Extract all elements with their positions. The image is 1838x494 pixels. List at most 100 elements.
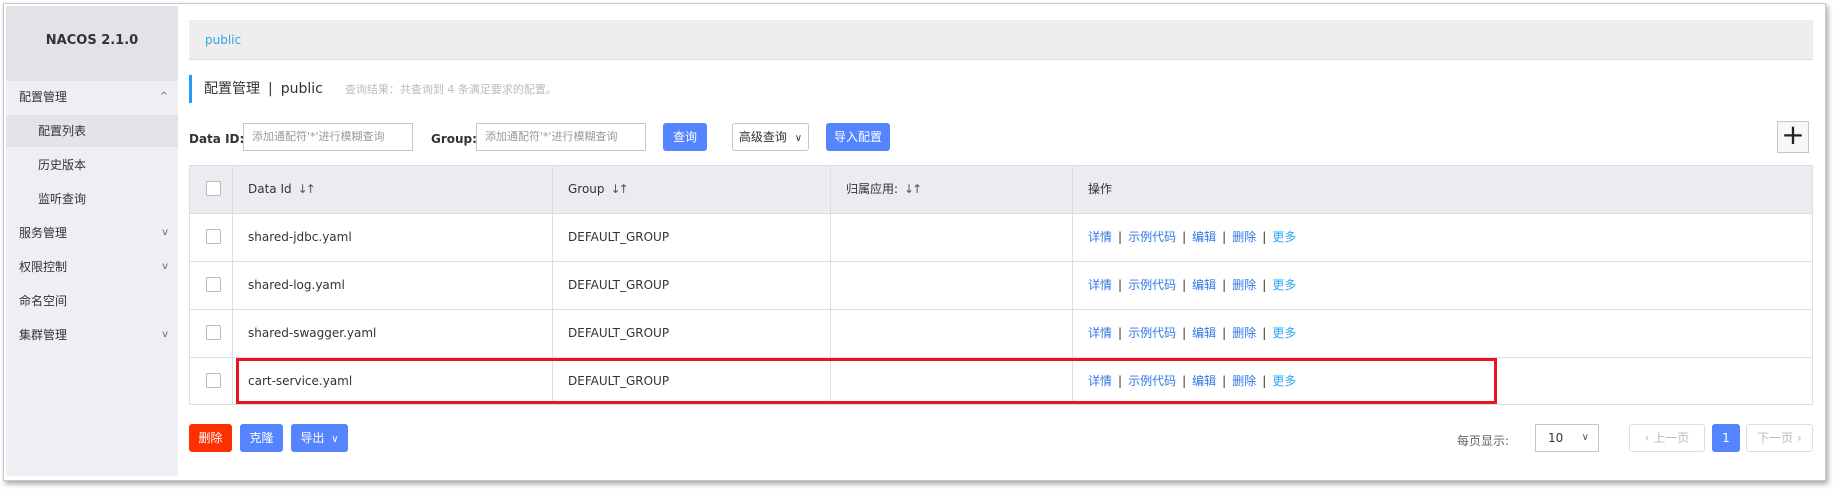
sidebar-item-access-control[interactable]: 权限控制 v [6,251,178,283]
more-link[interactable]: 更多 [1272,374,1296,388]
add-config-button[interactable]: + [1777,121,1809,153]
select-all-checkbox[interactable] [206,181,221,196]
sidebar-item-config-list[interactable]: 配置列表 [6,115,178,147]
sidebar-item-service-management[interactable]: 服务管理 v [6,217,178,249]
more-link[interactable]: 更多 [1272,230,1296,244]
edit-link[interactable]: 编辑 [1192,230,1216,244]
cell-dataid: cart-service.yaml [232,358,552,404]
row-select-cell [190,262,232,309]
cell-dataid: shared-swagger.yaml [232,310,552,357]
header-operations-label: 操作 [1088,182,1113,196]
row-checkbox[interactable] [206,229,221,244]
sample-code-link[interactable]: 示例代码 [1128,230,1176,244]
plus-icon: + [1781,118,1805,151]
table-row: shared-log.yaml DEFAULT_GROUP 详情 | 示例代码 | 编辑… [190,262,1812,310]
dataid-search-input[interactable]: 添加通配符'*'进行模糊查询 [243,123,413,151]
sort-icon[interactable]: ↓↑ [904,182,922,196]
chevron-down-icon: v [162,261,168,272]
chevron-down-icon: ∨ [794,133,803,144]
chevron-left-icon: ‹ [1644,431,1654,445]
sidebar: NACOS 2.1.0 配置管理 ^ 配置列表 历史版本 监听查询 服务管理 v… [6,6,178,476]
import-config-button[interactable]: 导入配置 [826,123,890,151]
batch-delete-button[interactable]: 删除 [189,424,232,452]
sidebar-item-listener-query[interactable]: 监听查询 [6,183,178,215]
sample-code-link[interactable]: 示例代码 [1128,374,1176,388]
sidebar-item-config-management[interactable]: 配置管理 ^ [6,81,178,113]
row-checkbox[interactable] [206,325,221,340]
row-checkbox[interactable] [206,277,221,292]
cell-operations: 详情 | 示例代码 | 编辑 | 删除 | 更多 [1072,310,1812,357]
table-header-row: Data Id ↓↑ Group ↓↑ 归属应用: ↓↑ 操作 [190,166,1812,214]
more-link[interactable]: 更多 [1272,326,1296,340]
config-table: Data Id ↓↑ Group ↓↑ 归属应用: ↓↑ 操作 shared-jdbc… [189,165,1813,405]
sidebar-item-cluster-management[interactable]: 集群管理 v [6,319,178,351]
chevron-down-icon: v [162,227,168,238]
app-title: NACOS 2.1.0 [6,6,178,81]
header-operations: 操作 [1072,166,1812,213]
header-app[interactable]: 归属应用: ↓↑ [830,166,1072,213]
prev-page-label: 上一页 [1653,431,1690,445]
cell-group: DEFAULT_GROUP [552,358,830,404]
cell-app [830,358,1072,404]
header-group[interactable]: Group ↓↑ [552,166,830,213]
sidebar-item-label: 配置列表 [38,124,87,138]
sidebar-item-label: 服务管理 [19,226,68,240]
edit-link[interactable]: 编辑 [1192,278,1216,292]
header-dataid[interactable]: Data Id ↓↑ [232,166,552,213]
export-label: 导出 [300,431,325,445]
page-size-value: 10 [1548,431,1564,445]
advanced-query-label: 高级查询 [738,130,787,144]
table-row: shared-jdbc.yaml DEFAULT_GROUP 详情 | 示例代码 | 编… [190,214,1812,262]
page-title-text: 配置管理 [204,81,260,97]
chevron-up-icon: ^ [159,91,168,102]
header-select-all-cell [190,166,232,213]
table-row: cart-service.yaml DEFAULT_GROUP 详情 | 示例代码 |… [190,358,1812,404]
detail-link[interactable]: 详情 [1088,374,1112,388]
cell-group: DEFAULT_GROUP [552,262,830,309]
export-button[interactable]: 导出 ∨ [291,424,348,452]
edit-link[interactable]: 编辑 [1192,374,1216,388]
delete-link[interactable]: 删除 [1232,326,1256,340]
sample-code-link[interactable]: 示例代码 [1128,326,1176,340]
namespace-link[interactable]: public [205,33,241,47]
detail-link[interactable]: 详情 [1088,230,1112,244]
edit-link[interactable]: 编辑 [1192,326,1216,340]
title-separator: | [268,81,273,97]
group-label: Group: [431,132,477,146]
delete-link[interactable]: 删除 [1232,230,1256,244]
row-checkbox[interactable] [206,373,221,388]
cell-operations: 详情 | 示例代码 | 编辑 | 删除 | 更多 [1072,358,1812,404]
delete-link[interactable]: 删除 [1232,278,1256,292]
delete-link[interactable]: 删除 [1232,374,1256,388]
group-search-input[interactable]: 添加通配符'*'进行模糊查询 [476,123,646,151]
page-size-select[interactable]: 10 ∨ [1535,424,1599,452]
prev-page-button[interactable]: ‹ 上一页 [1629,424,1705,452]
sort-icon[interactable]: ↓↑ [611,182,629,196]
current-page-button[interactable]: 1 [1712,424,1740,452]
next-page-button[interactable]: 下一页 › [1746,424,1813,452]
advanced-query-button[interactable]: 高级查询 ∨ [732,123,809,151]
chevron-down-icon: ∨ [1581,432,1589,443]
row-select-cell [190,358,232,404]
detail-link[interactable]: 详情 [1088,278,1112,292]
dataid-label: Data ID: [189,132,245,146]
cell-dataid: shared-jdbc.yaml [232,214,552,261]
clone-button[interactable]: 克隆 [240,424,283,452]
sidebar-item-history[interactable]: 历史版本 [6,149,178,181]
sort-icon[interactable]: ↓↑ [298,182,316,196]
header-dataid-label: Data Id [248,182,292,196]
cell-dataid: shared-log.yaml [232,262,552,309]
detail-link[interactable]: 详情 [1088,326,1112,340]
page-title-namespace: public [280,81,323,97]
row-select-cell [190,214,232,261]
cell-group: DEFAULT_GROUP [552,214,830,261]
cell-app [830,214,1072,261]
sidebar-item-label: 历史版本 [38,158,87,172]
chevron-down-icon: ∨ [331,434,339,445]
query-button[interactable]: 查询 [663,123,707,151]
sidebar-item-label: 配置管理 [19,90,68,104]
search-bar: Data ID: 添加通配符'*'进行模糊查询 Group: 添加通配符'*'进… [189,123,1813,153]
sidebar-item-namespace[interactable]: 命名空间 [6,285,178,317]
sample-code-link[interactable]: 示例代码 [1128,278,1176,292]
more-link[interactable]: 更多 [1272,278,1296,292]
